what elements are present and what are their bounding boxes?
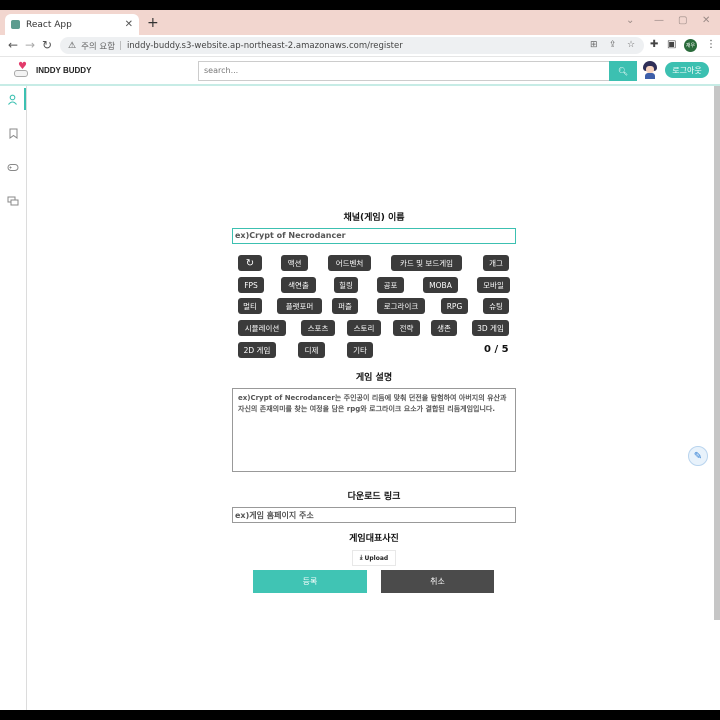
- genre-chip[interactable]: 멀티: [238, 298, 262, 314]
- omnibox-divider: |: [119, 40, 122, 51]
- submit-button[interactable]: 등록: [253, 570, 367, 593]
- refresh-icon: ↻: [245, 257, 255, 269]
- react-favicon-icon: [11, 20, 20, 29]
- avatar-body: [645, 73, 655, 79]
- browser-toolbar: ← → ↻ ⚠ 주의 요함 | inddy-buddy.s3-website.a…: [0, 35, 720, 57]
- genre-chip[interactable]: 힐링: [334, 277, 358, 293]
- restore-button[interactable]: ▢: [678, 15, 687, 26]
- selected-genre-count: 0 / 5: [484, 344, 509, 355]
- screen: React App ✕ + ⌄ — ▢ ✕ ← → ↻ ⚠ 주의 요함 | in…: [0, 0, 720, 720]
- back-icon[interactable]: ←: [8, 38, 18, 52]
- genre-chip[interactable]: 스포츠: [301, 320, 335, 336]
- genre-chip[interactable]: 스토리: [347, 320, 381, 336]
- genre-chip[interactable]: 디제: [298, 342, 325, 358]
- address-bar[interactable]: ⚠ 주의 요함 | inddy-buddy.s3-website.ap-nort…: [60, 37, 644, 54]
- upload-button[interactable]: ⤓ Upload: [352, 550, 396, 566]
- genre-chip[interactable]: 시뮬레이션: [238, 320, 286, 336]
- genre-chip[interactable]: 슈팅: [483, 298, 509, 314]
- sidepanel-icon[interactable]: ▣: [667, 39, 676, 50]
- genre-chip[interactable]: 2D 게임: [238, 342, 276, 358]
- gamepad-svg: [7, 163, 19, 171]
- app-header: ♥ INDDY BUDDY search... 🔍︎ 로그아웃: [0, 58, 720, 86]
- user-svg: [7, 94, 17, 105]
- genre-chip[interactable]: 공포: [377, 277, 404, 293]
- forward-icon[interactable]: →: [25, 38, 35, 52]
- bookmark-icon[interactable]: [0, 122, 26, 144]
- genre-chip[interactable]: 3D 게임: [472, 320, 509, 336]
- genre-chip[interactable]: 모바일: [477, 277, 510, 293]
- security-warning: 주의 요함: [81, 41, 116, 52]
- profile-avatar[interactable]: 재우: [684, 39, 697, 52]
- genre-chip[interactable]: FPS: [238, 277, 264, 293]
- url-text: inddy-buddy.s3-website.ap-northeast-2.am…: [126, 40, 403, 51]
- tab-search-icon[interactable]: ⌄: [626, 15, 634, 26]
- side-nav: [0, 86, 27, 710]
- download-link-title: 다운로드 링크: [347, 492, 401, 502]
- tab-close-icon[interactable]: ✕: [125, 19, 133, 30]
- reload-icon[interactable]: ↻: [42, 38, 52, 52]
- genre-chip[interactable]: 플랫포머: [277, 298, 322, 314]
- new-tab-button[interactable]: +: [147, 15, 159, 31]
- share-icon[interactable]: ⇪: [609, 40, 617, 50]
- channel-name-input[interactable]: ex)Crypt of Necrodancer: [232, 228, 516, 244]
- user-avatar[interactable]: [643, 61, 657, 79]
- genre-chip[interactable]: RPG: [441, 298, 468, 314]
- close-window-button[interactable]: ✕: [702, 15, 710, 26]
- scrollbar[interactable]: [714, 86, 720, 620]
- genre-chip[interactable]: 생존: [431, 320, 457, 336]
- genre-chip[interactable]: 어드벤처: [328, 255, 371, 271]
- logo[interactable]: ♥ INDDY BUDDY: [14, 62, 91, 78]
- tab-react-app[interactable]: React App ✕: [5, 14, 139, 35]
- chat-icon[interactable]: [0, 190, 26, 212]
- channel-name-title: 채널(게임) 이름: [343, 213, 405, 223]
- warning-icon: ⚠: [68, 40, 77, 51]
- download-link-input[interactable]: ex)게임 홈페이지 주소: [232, 507, 516, 523]
- genre-chip[interactable]: 로그라이크: [377, 298, 425, 314]
- search-icon: 🔍︎: [617, 66, 629, 76]
- genre-chip[interactable]: 기타: [347, 342, 373, 358]
- genre-chip[interactable]: 전략: [393, 320, 420, 336]
- genre-chip[interactable]: 액션: [281, 255, 308, 271]
- extensions-icon[interactable]: ✚: [650, 39, 658, 50]
- gamepad-icon[interactable]: [0, 156, 26, 178]
- genre-chip[interactable]: 개그: [483, 255, 509, 271]
- user-icon[interactable]: [0, 88, 26, 110]
- upload-label: Upload: [364, 554, 389, 562]
- description-textarea[interactable]: ex)Crypt of Necrodancer는 주인공이 리듬에 맞춰 던전을…: [232, 388, 516, 472]
- reset-genres-button[interactable]: ↻: [238, 255, 262, 271]
- tab-title: React App: [26, 19, 72, 30]
- browser-window: React App ✕ + ⌄ — ▢ ✕ ← → ↻ ⚠ 주의 요함 | in…: [0, 10, 720, 710]
- minimize-button[interactable]: —: [654, 15, 664, 26]
- download-arrow-icon: ⤓: [359, 554, 363, 561]
- cancel-button[interactable]: 취소: [381, 570, 494, 593]
- translate-icon[interactable]: ⊞: [590, 40, 598, 50]
- logo-icon: ♥: [14, 62, 30, 78]
- chat-svg: [7, 196, 19, 205]
- genre-chip[interactable]: MOBA: [423, 277, 458, 293]
- search-input[interactable]: search...: [198, 61, 610, 81]
- logo-text: INDDY BUDDY: [36, 65, 92, 75]
- translate-widget-icon[interactable]: ✎: [688, 446, 708, 466]
- search-button[interactable]: 🔍︎: [609, 61, 637, 81]
- genre-chip[interactable]: 퍼즐: [332, 298, 358, 314]
- image-title: 게임대표사진: [349, 534, 399, 544]
- avatar-face: [646, 66, 654, 73]
- menu-icon[interactable]: ⋮: [706, 39, 716, 50]
- genre-chip[interactable]: 카드 및 보드게임: [391, 255, 462, 271]
- tab-strip: React App ✕ + ⌄ — ▢ ✕: [0, 10, 720, 35]
- bookmark-star-icon[interactable]: ☆: [627, 40, 635, 50]
- description-title: 게임 설명: [355, 373, 393, 383]
- genre-chip[interactable]: 색연출: [281, 277, 316, 293]
- bookmark-svg: [9, 128, 17, 139]
- gamepad-shape: [14, 70, 28, 77]
- logout-button[interactable]: 로그아웃: [665, 62, 709, 78]
